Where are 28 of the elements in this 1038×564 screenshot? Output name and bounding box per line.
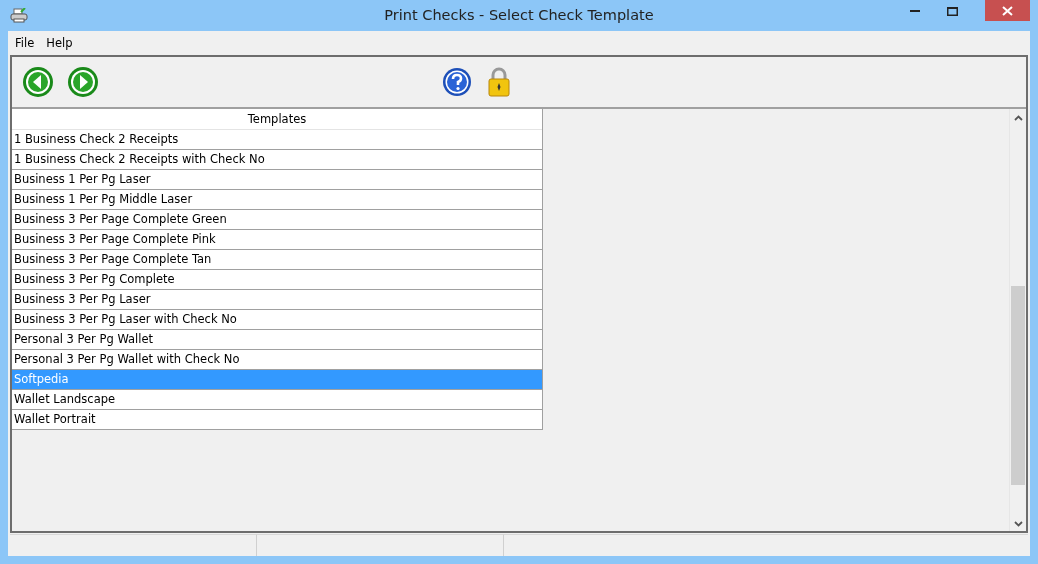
table-row[interactable]: Business 3 Per Page Complete Pink [12, 230, 542, 250]
table-row[interactable]: 1 Business Check 2 Receipts with Check No [12, 150, 542, 170]
menu-item[interactable]: File [14, 36, 36, 50]
close-button[interactable] [985, 0, 1030, 21]
maximize-icon[interactable] [947, 6, 958, 16]
help-icon[interactable] [442, 67, 472, 97]
table-row[interactable]: Business 3 Per Pg Laser with Check No [12, 310, 542, 330]
table-row[interactable]: Business 3 Per Page Complete Green [12, 210, 542, 230]
scroll-down-icon[interactable] [1013, 521, 1023, 527]
table-row[interactable]: Wallet Landscape [12, 390, 542, 410]
table-row[interactable]: Business 3 Per Pg Complete [12, 270, 542, 290]
padlock-icon[interactable] [487, 66, 511, 98]
table-row[interactable]: Personal 3 Per Pg Wallet [12, 330, 542, 350]
scrollbar[interactable] [1009, 109, 1026, 531]
scroll-thumb[interactable] [1011, 286, 1025, 485]
table-row[interactable]: 1 Business Check 2 Receipts [12, 130, 542, 150]
table-row[interactable]: Business 3 Per Pg Laser [12, 290, 542, 310]
table-row[interactable]: Business 3 Per Page Complete Tan [12, 250, 542, 270]
table-row[interactable]: Wallet Portrait [12, 410, 542, 429]
table-row[interactable]: Business 1 Per Pg Laser [12, 170, 542, 190]
back-icon[interactable] [22, 66, 54, 98]
window-title: Print Checks - Select Check Template [383, 7, 655, 23]
close-icon[interactable] [1002, 6, 1013, 16]
menu-item[interactable]: Help [45, 36, 74, 50]
table-row[interactable]: Business 1 Per Pg Middle Laser [12, 190, 542, 210]
printer-icon [10, 7, 28, 24]
forward-icon[interactable] [67, 66, 99, 98]
scroll-up-icon[interactable] [1013, 115, 1023, 121]
